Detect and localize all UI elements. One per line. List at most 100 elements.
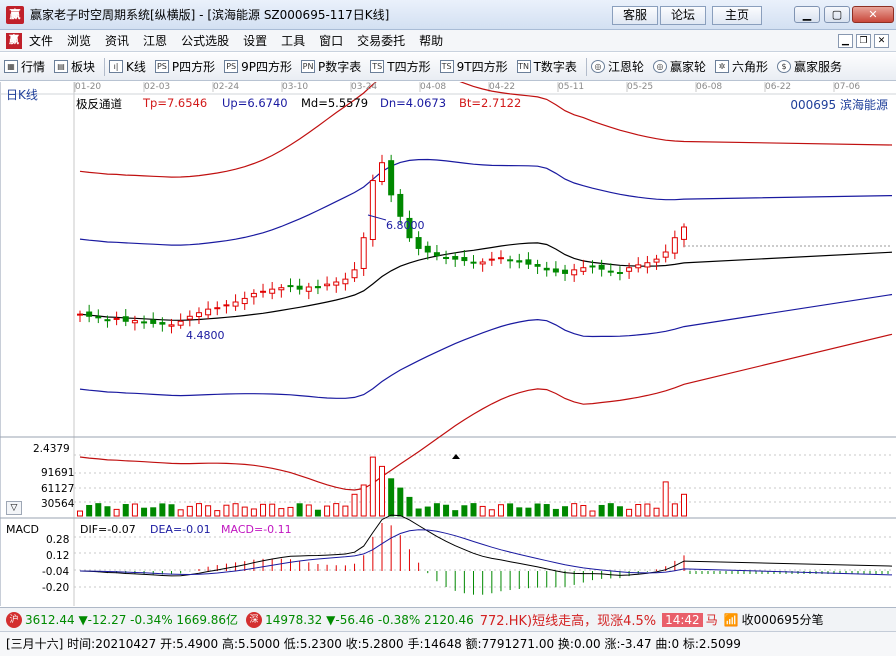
index-status-bar: 沪 3612.44 ▼-12.27 -0.34% 1669.86亿 深 1497… (0, 607, 896, 631)
toolbar-item-2[interactable]: ı| K线 (109, 58, 146, 75)
bt-band-line (79, 333, 893, 491)
volume-bar (168, 504, 175, 517)
toolbar-label: T数字表 (533, 60, 577, 74)
candle-body (424, 245, 431, 253)
candle-body (497, 257, 504, 260)
volume-bar (681, 493, 687, 517)
ps-icon: PS (154, 60, 169, 73)
volume-bar (497, 504, 504, 517)
menu-info[interactable]: 资讯 (98, 30, 136, 52)
candle-body (580, 267, 587, 272)
homepage-button[interactable]: 主页 (712, 6, 762, 25)
maximize-icon[interactable]: ▢ (824, 6, 850, 23)
candle-body (214, 307, 221, 310)
menu-trade[interactable]: 交易委托 (350, 30, 412, 52)
toolbar-item-1[interactable]: ▤ 板块 (54, 58, 95, 75)
toolbar-separator (585, 57, 587, 76)
candle-body (653, 258, 660, 263)
volume-bar (552, 508, 559, 517)
volume-bar (653, 507, 660, 517)
candle-body (342, 278, 349, 285)
customer-service-button[interactable]: 客服 (612, 6, 658, 25)
tp-value: Tp=7.6546 (143, 96, 208, 110)
receive-status: 收000695分笔 (741, 613, 824, 627)
menu-gann[interactable]: 江恩 (136, 30, 174, 52)
winner-wheel-icon: ◎ (652, 60, 667, 73)
candle-body (141, 321, 148, 324)
candle-body (552, 268, 559, 273)
toolbar-item-0[interactable]: ▦ 行情 (4, 58, 45, 75)
forum-button[interactable]: 论坛 (660, 6, 706, 25)
volume-bar (461, 505, 468, 517)
candle-body (525, 259, 532, 265)
toolbar-item-6[interactable]: TS T四方形 (370, 58, 431, 75)
candle-body (104, 319, 111, 322)
toolbar-item-3[interactable]: PS P四方形 (154, 58, 215, 75)
date-tick: 05-11 (558, 82, 585, 92)
candle-body (168, 324, 175, 327)
macd-scale-label: 0.12 (46, 550, 70, 562)
volume-bar (397, 487, 404, 517)
volume-bar (671, 503, 678, 517)
volume-bar (232, 503, 239, 517)
menu-tools[interactable]: 工具 (274, 30, 312, 52)
candle-body (241, 297, 248, 305)
menu-browse[interactable]: 浏览 (60, 30, 98, 52)
scroll-down-icon[interactable]: ▽ (6, 501, 22, 515)
candle-body (589, 265, 596, 268)
menu-bar: 赢 文件 浏览 资讯 江恩 公式选股 设置 工具 窗口 交易委托 帮助 (0, 30, 896, 52)
volume-bar (525, 507, 532, 517)
window-title: 赢家老子时空周期系统[纵横版] - [滨海能源 SZ000695-117日K线] (30, 8, 390, 22)
toolbar-item-10[interactable]: ◎ 赢家轮 (652, 58, 706, 75)
candle-body (461, 257, 468, 262)
toolbar-label: 9P四方形 (241, 60, 293, 74)
volume-bar (150, 507, 157, 517)
candle-body (507, 259, 514, 262)
shenzhen-index-icon: 深 (246, 611, 263, 628)
menu-formula[interactable]: 公式选股 (174, 30, 236, 52)
toolbar-label: 板块 (71, 60, 96, 74)
menu-help[interactable]: 帮助 (412, 30, 450, 52)
toolbar-item-12[interactable]: $ 赢家服务 (776, 58, 842, 75)
mdi-close-icon[interactable]: ✕ (874, 34, 889, 48)
toolbar-item-4[interactable]: PS 9P四方形 (224, 58, 292, 75)
toolbar-item-5[interactable]: PN P数字表 (301, 58, 361, 75)
volume-bar (662, 481, 669, 517)
shenzhen-index-text[interactable]: 14978.32 ▼-56.46 -0.38% 2120.46 (265, 613, 474, 627)
date-tick: 04-08 (420, 82, 447, 92)
volume-bar (260, 503, 267, 517)
candle-body (671, 237, 678, 254)
candle-body (415, 237, 422, 249)
menu-file[interactable]: 文件 (22, 30, 60, 52)
close-icon[interactable]: ✕ (852, 6, 894, 23)
mdi-restore-icon[interactable]: ❐ (856, 34, 871, 48)
date-tick: 06-08 (696, 82, 723, 92)
volume-bar (141, 507, 148, 517)
menu-settings[interactable]: 设置 (236, 30, 274, 52)
volume-bar (214, 510, 221, 517)
volume-scale-label: 2.4379 (33, 443, 70, 455)
volume-bar (626, 508, 633, 517)
volume-bar (369, 456, 376, 517)
candle-body (260, 290, 267, 293)
candle-body (86, 311, 93, 317)
candle-body (543, 267, 550, 271)
grid-icon: ▦ (4, 60, 18, 73)
shanghai-index-text[interactable]: 3612.44 ▼-12.27 -0.34% 1669.86亿 (25, 611, 238, 628)
toolbar-item-8[interactable]: TN T数字表 (516, 58, 577, 75)
candle-body (333, 281, 340, 286)
candle-body (223, 304, 230, 307)
toolbar-item-9[interactable]: ◎ 江恩轮 (590, 58, 644, 75)
toolbar-label: 赢家服务 (793, 60, 842, 74)
mdi-minimize-icon[interactable]: ▁ (838, 34, 853, 48)
candle-body (662, 251, 669, 258)
news-ticker[interactable]: 772.HK)短线走高，现涨4.5% (480, 610, 656, 629)
candle-body (616, 271, 623, 274)
menu-window[interactable]: 窗口 (312, 30, 350, 52)
toolbar-item-11[interactable]: ✲ 六角形 (714, 58, 768, 75)
minimize-icon[interactable]: ▁ (794, 6, 820, 23)
low-price-label: 4.4800 (186, 329, 225, 342)
toolbar: ▦ 行情 ▤ 板块 ı| K线 PS P四方形 PS 9P四方形 PN P数字表 TS T四方形 TS 9T四… (0, 53, 896, 81)
high-price-label: 6.8000 (386, 219, 425, 232)
toolbar-item-7[interactable]: TS 9T四方形 (439, 58, 508, 75)
